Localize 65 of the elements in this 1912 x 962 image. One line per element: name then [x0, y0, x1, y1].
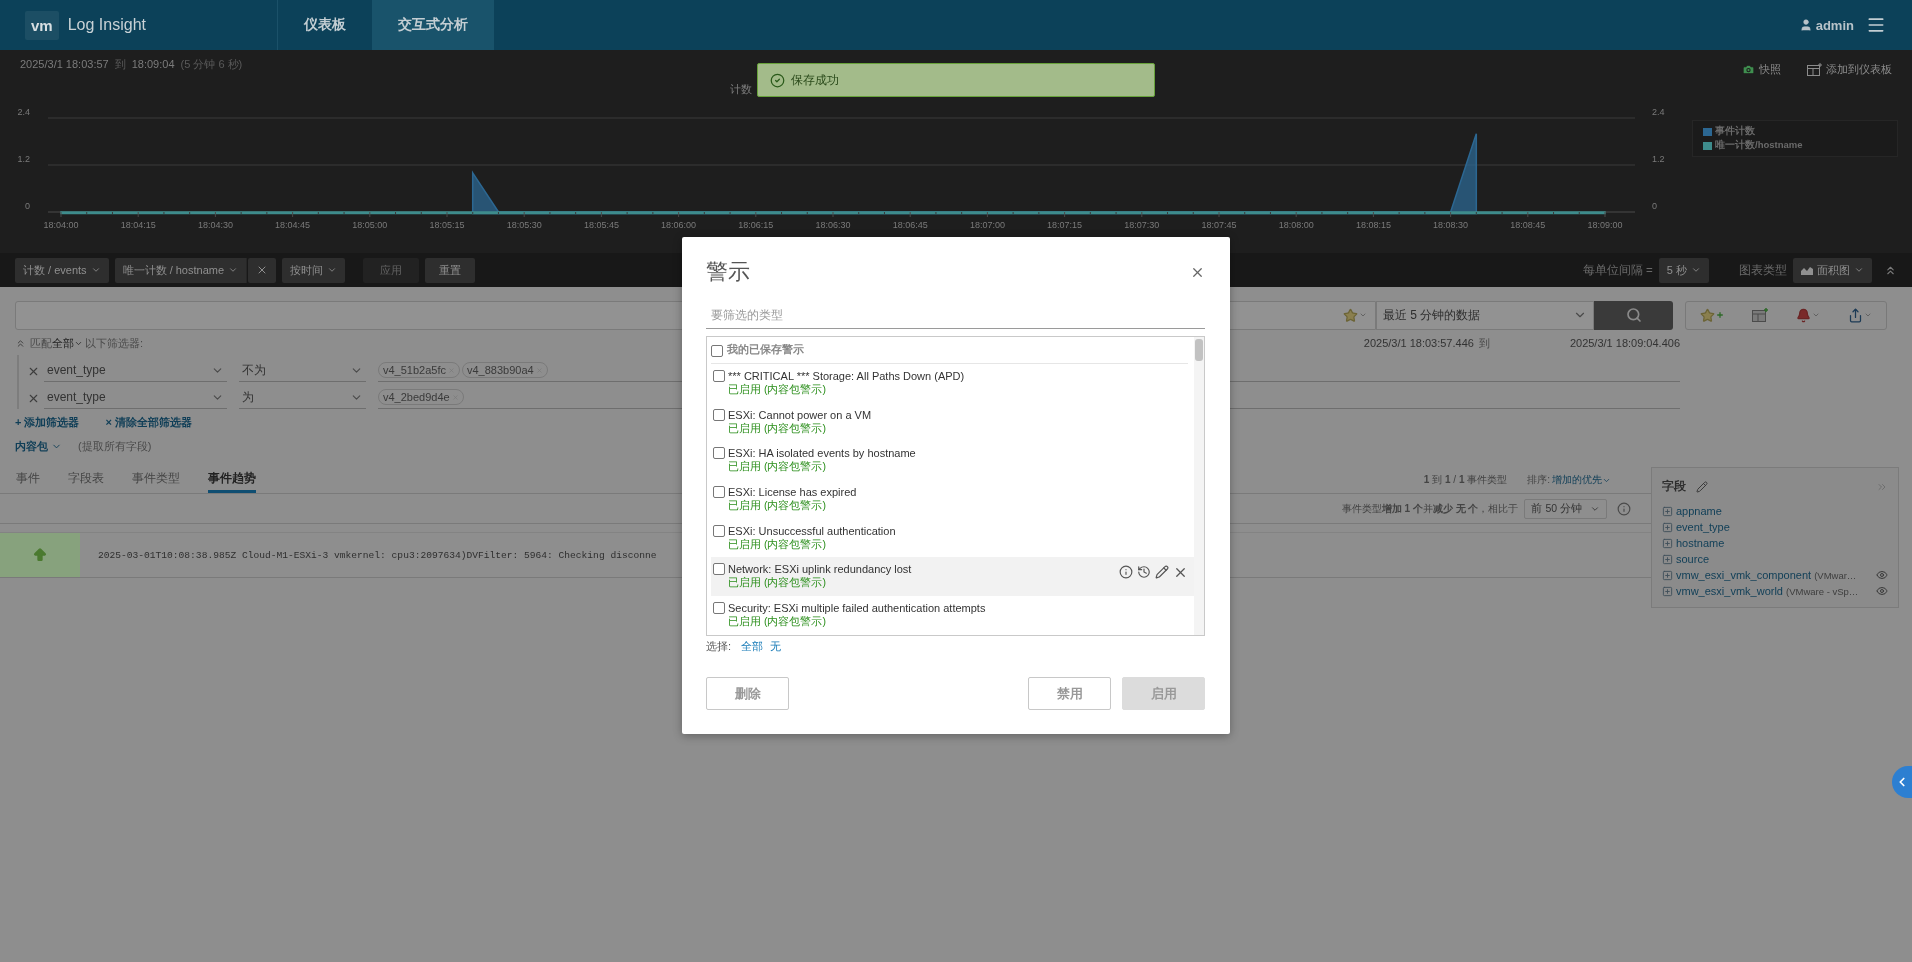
match-suffix: 以下筛选器: [85, 335, 144, 351]
axis-tick-label: 18:07:45 [1201, 220, 1237, 230]
alert-status: 已启用 (内容包警示) [728, 615, 827, 630]
range-end: 2025/3/1 18:09:04.406 [1569, 337, 1680, 349]
result-summary: 1 到 1 / 1 事件类型 [1423, 473, 1508, 487]
axis-tick-label: 18:06:00 [661, 220, 697, 230]
alert-name: ESXi: Cannot power on a VM [728, 408, 872, 421]
axis-tick-label: 18:08:30 [1433, 220, 1469, 230]
range-word: 到 [1478, 335, 1490, 351]
axis-tick-label: 18:09:00 [1587, 220, 1623, 230]
axis-tick-label: 18:07:00 [969, 220, 1005, 230]
alert-name: Security: ESXi multiple failed authentication attempts [728, 602, 986, 615]
axis-tick-label: 2.4 [1652, 107, 1665, 117]
alert-status: 已启用 (内容包警示) [728, 460, 827, 475]
axis-tick-label: 18:06:45 [892, 220, 928, 230]
axis-tick-label: 18:06:30 [815, 220, 851, 230]
match-label: 匹配 [30, 335, 52, 351]
axis-tick-label: 18:04:15 [120, 220, 156, 230]
axis-tick-label: 18:04:45 [275, 220, 311, 230]
alert-status: 已启用 (内容包警示) [728, 499, 827, 513]
logo: vm [25, 10, 59, 40]
axis-tick-label: 18:08:00 [1278, 220, 1314, 230]
alert-name: *** CRITICAL *** Storage: All Paths Down (APD) [728, 369, 965, 382]
axis-tick-label: 0 [25, 201, 30, 211]
alert-status: 已启用 (内容包警示) [728, 576, 827, 591]
alert-status: 已启用 (内容包警示) [728, 537, 827, 552]
fields-title: 字段 [1662, 478, 1686, 495]
event-text: 2025-03-01T10:08:38.985Z Cloud-M1-ESXi-3 vmkernel: cpu3:2097634)DVFilter: 5964: Checking disconne [98, 549, 657, 561]
toast-message: 保存成功 [791, 71, 839, 89]
axis-tick-label: 18:05:30 [506, 220, 542, 230]
alert-name: Network: ESXi uplink redundancy lost [728, 563, 912, 576]
dialog-title: 警示 [706, 258, 750, 286]
alert-name: ESXi: HA isolated events by hostname [728, 447, 916, 460]
group-label: 我的已保存警示 [727, 342, 804, 358]
axis-tick-label: 1.2 [1652, 154, 1665, 164]
axis-tick-label: 18:05:00 [352, 220, 388, 230]
alert-status: 已启用 (内容包警示) [728, 382, 827, 397]
axis-tick-label: 18:04:30 [197, 220, 233, 230]
axis-tick-label: 18:04:00 [43, 220, 79, 230]
axis-tick-label: 1.2 [17, 154, 30, 164]
axis-tick-label: 18:05:45 [583, 220, 619, 230]
select-label: 选择: [706, 638, 732, 654]
content-pack-note: (提取所有字段) [78, 438, 152, 454]
alert-status: 已启用 (内容包警示) [728, 421, 827, 436]
trend-text: 事件类型增加 1 个并减少 无 个，相比于 [1341, 501, 1519, 516]
axis-tick-label: 18:06:15 [738, 220, 774, 230]
axis-tick-label: 18:08:45 [1510, 220, 1546, 230]
axis-tick-label: 2.4 [17, 107, 30, 117]
alert-name: ESXi: Unsuccessful authentication [728, 524, 896, 537]
range-start: 2025/3/1 18:03:57.446 [1363, 337, 1474, 349]
axis-tick-label: 0 [1652, 201, 1657, 211]
product-name: Log Insight [67, 16, 146, 34]
sort-label: 排序: [1527, 473, 1550, 487]
field-note: (VMware - vSp… [1786, 585, 1859, 597]
field-note: (VMwar… [1814, 569, 1857, 581]
axis-tick-label: 18:07:30 [1124, 220, 1160, 230]
alert-name: ESXi: License has expired [728, 486, 857, 498]
legend-label: 事件计数 [1715, 125, 1755, 138]
chart-type-label: 图表类型 [1739, 262, 1787, 278]
axis-tick-label: 18:05:15 [429, 220, 465, 230]
axis-tick-label: 18:07:15 [1047, 220, 1083, 230]
axis-tick-label: 18:08:15 [1355, 220, 1391, 230]
axis-label: 计数 [730, 81, 752, 97]
legend-label: 唯一计数/hostname [1715, 139, 1803, 152]
interval-label: 每单位间隔 = [1582, 262, 1653, 278]
